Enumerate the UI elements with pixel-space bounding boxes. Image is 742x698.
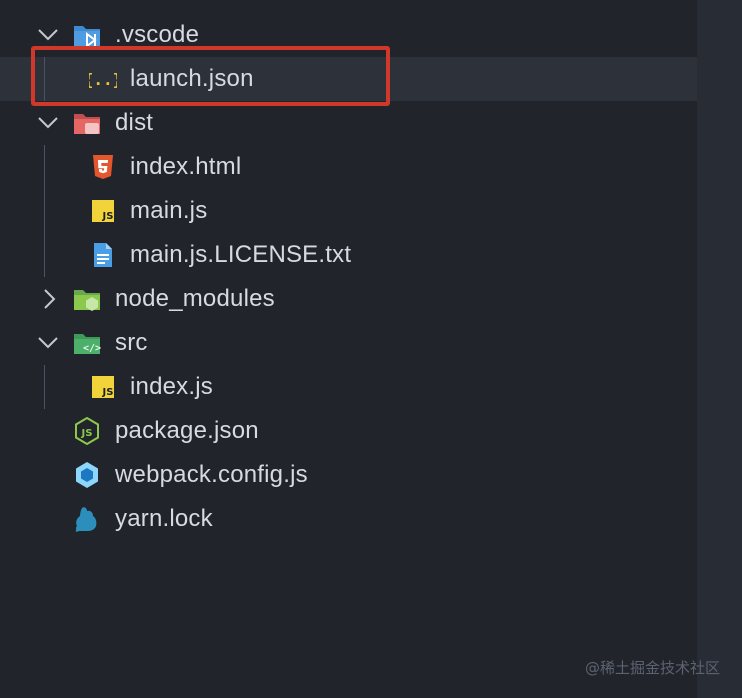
svg-text:JS: JS [81,428,93,439]
folder-vscode-icon [73,21,101,49]
folder-label: src [115,329,148,356]
indent-guide [44,189,45,233]
watermark-text: @稀土掘金技术社区 [584,659,720,677]
folder-label: .vscode [115,21,200,48]
file-label: index.js [130,373,213,400]
tree-file-index-html[interactable]: index.html [0,145,697,189]
file-tree: .vscode {..} launch.json [0,13,697,541]
json-braces-icon: {..} [89,65,117,93]
tree-folder-src[interactable]: </> src [0,321,697,365]
svg-text:JS: JS [102,211,114,222]
svg-text:{..}: {..} [89,70,117,89]
javascript-icon: JS [89,373,117,401]
chevron-down-icon[interactable] [38,113,58,133]
tree-folder-dist[interactable]: dist [0,101,697,145]
javascript-icon: JS [89,197,117,225]
folder-dist-icon [73,109,101,137]
file-label: webpack.config.js [115,461,308,488]
folder-label: dist [115,109,154,136]
webpack-icon [73,461,101,489]
file-label: yarn.lock [115,505,213,532]
tree-file-main-js[interactable]: JS main.js [0,189,697,233]
tree-file-index-js[interactable]: JS index.js [0,365,697,409]
file-label: main.js.LICENSE.txt [130,241,352,268]
file-explorer: .vscode {..} launch.json [0,0,697,698]
tree-file-webpack-config[interactable]: webpack.config.js [0,453,697,497]
indent-guide [44,365,45,409]
chevron-down-icon[interactable] [38,333,58,353]
svg-text:JS: JS [102,387,114,398]
chevron-right-icon[interactable] [40,289,60,309]
tree-folder-vscode[interactable]: .vscode [0,13,697,57]
tree-file-main-license[interactable]: main.js.LICENSE.txt [0,233,697,277]
folder-label: node_modules [115,285,275,312]
chevron-down-icon[interactable] [38,25,58,45]
file-label: main.js [130,197,208,224]
tree-file-package-json[interactable]: JS package.json [0,409,697,453]
folder-node-icon [73,285,101,313]
svg-text:</>: </> [83,343,101,354]
yarn-icon [73,505,101,533]
tree-file-yarn-lock[interactable]: yarn.lock [0,497,697,541]
html5-icon [89,153,117,181]
file-label: launch.json [130,65,254,92]
folder-src-icon: </> [73,329,101,357]
tree-file-launch-json[interactable]: {..} launch.json [0,57,697,101]
file-label: index.html [130,153,242,180]
editor-area-edge [697,0,742,698]
indent-guide [44,233,45,277]
indent-guide [44,145,45,189]
file-label: package.json [115,417,259,444]
indent-guide [44,57,45,101]
text-file-icon [89,241,117,269]
tree-folder-node-modules[interactable]: node_modules [0,277,697,321]
nodejs-icon: JS [73,417,101,445]
